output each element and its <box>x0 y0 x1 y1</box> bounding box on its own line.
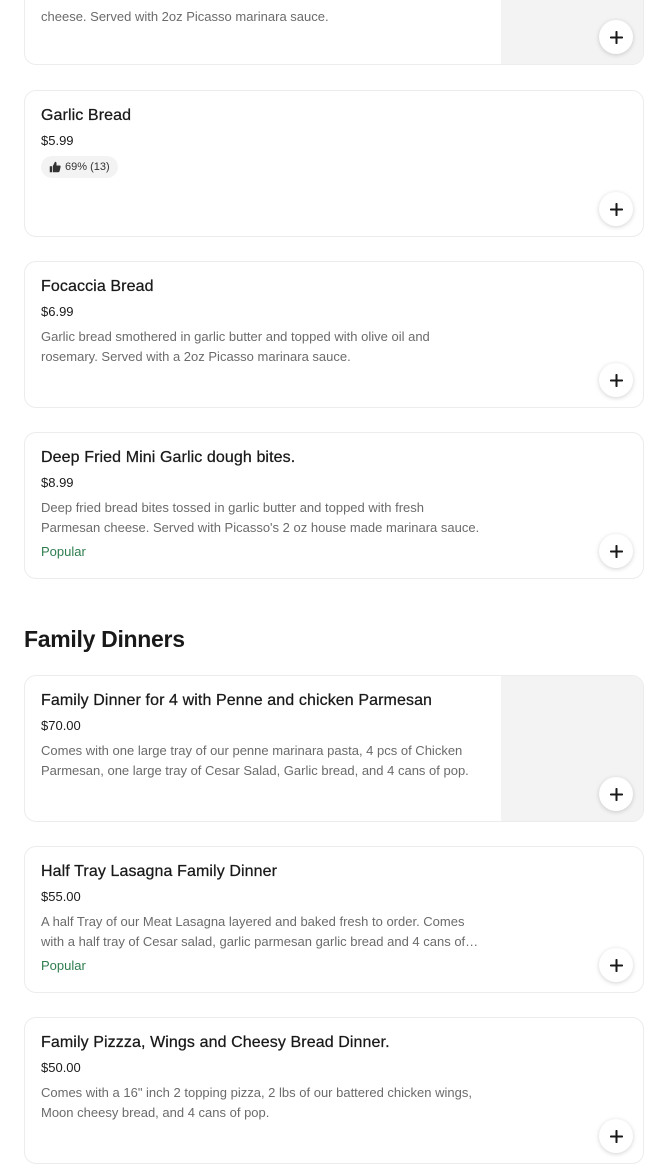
item-price: $6.99 <box>41 304 74 319</box>
item-price: $70.00 <box>41 718 81 733</box>
menu-item-card[interactable]: Family Dinner for 4 with Penne and chick… <box>24 675 644 822</box>
item-description: cheese. Served with 2oz Picasso marinara… <box>41 9 329 24</box>
plus-icon <box>609 373 623 387</box>
item-price: $5.99 <box>41 133 74 148</box>
item-description: Garlic bread smothered in garlic butter … <box>41 329 430 364</box>
add-item-button[interactable] <box>599 948 633 982</box>
item-name: Focaccia Bread <box>41 278 154 295</box>
popular-badge: Popular <box>41 544 86 559</box>
item-price: $8.99 <box>41 475 74 490</box>
item-name: Garlic Bread <box>41 107 132 124</box>
add-item-button[interactable] <box>599 534 633 568</box>
menu-item-card[interactable]: Focaccia Bread $6.99 Garlic bread smothe… <box>24 261 644 408</box>
menu-item-card[interactable]: Half Tray Lasagna Family Dinner $55.00 A… <box>24 846 644 993</box>
section-title: Family Dinners <box>24 626 185 652</box>
menu-item-card[interactable]: Garlic Bread $5.99 69% (13) <box>24 90 644 237</box>
add-item-button[interactable] <box>599 363 633 397</box>
rating-text: 69% (13) <box>65 161 110 173</box>
menu-item-card[interactable]: cheese. Served with 2oz Picasso marinara… <box>24 0 644 65</box>
menu-item-card[interactable]: Family Pizzza, Wings and Cheesy Bread Di… <box>24 1017 644 1164</box>
add-item-button[interactable] <box>599 1119 633 1153</box>
item-name: Family Pizzza, Wings and Cheesy Bread Di… <box>41 1034 390 1051</box>
plus-icon <box>609 544 623 558</box>
menu-item-card[interactable]: Deep Fried Mini Garlic dough bites. $8.9… <box>24 432 644 579</box>
plus-icon <box>609 30 623 44</box>
plus-icon <box>609 958 623 972</box>
plus-icon <box>609 787 623 801</box>
add-item-button[interactable] <box>599 192 633 226</box>
plus-icon <box>609 202 623 216</box>
item-description: Comes with a 16" inch 2 topping pizza, 2… <box>41 1085 472 1120</box>
item-name: Half Tray Lasagna Family Dinner <box>41 863 278 880</box>
rating-badge: 69% (13) <box>41 156 118 178</box>
thumbs-up-icon <box>49 161 61 173</box>
item-price: $50.00 <box>41 1060 81 1075</box>
item-description: Deep fried bread bites tossed in garlic … <box>41 500 480 535</box>
item-description: Comes with one large tray of our penne m… <box>41 743 469 778</box>
plus-icon <box>609 1129 623 1143</box>
popular-badge: Popular <box>41 958 86 973</box>
item-name: Deep Fried Mini Garlic dough bites. <box>41 449 296 466</box>
item-price: $55.00 <box>41 889 81 904</box>
item-name: Family Dinner for 4 with Penne and chick… <box>41 692 433 709</box>
item-description: A half Tray of our Meat Lasagna layered … <box>41 914 466 949</box>
add-item-button[interactable] <box>599 20 633 54</box>
add-item-button[interactable] <box>599 777 633 811</box>
